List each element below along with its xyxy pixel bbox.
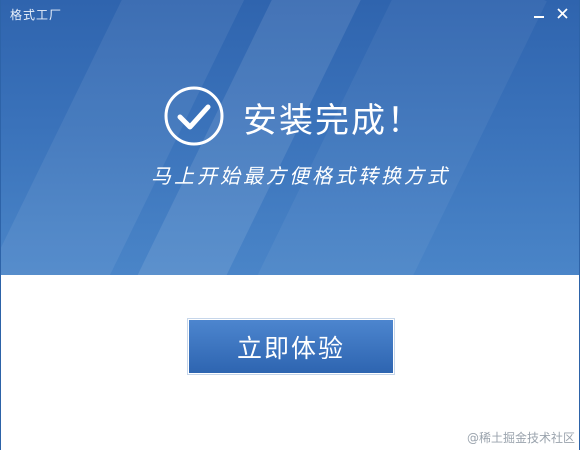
close-button[interactable]: [552, 4, 574, 24]
installer-window: 格式工厂 安装完成！ 马上开始最方便格式转换方式 立即体验 @稀土掘金技术社区: [0, 0, 580, 450]
check-circle-icon: [163, 85, 225, 147]
try-now-button[interactable]: 立即体验: [187, 318, 395, 375]
window-title: 格式工厂: [10, 8, 63, 22]
title-bar[interactable]: 格式工厂: [1, 0, 579, 28]
watermark: @稀土掘金技术社区: [466, 431, 575, 445]
minimize-button[interactable]: [528, 4, 550, 24]
hero-banner: 格式工厂 安装完成！ 马上开始最方便格式转换方式: [1, 0, 579, 275]
tagline: 马上开始最方便格式转换方式: [151, 164, 450, 188]
install-complete-heading: 安装完成！: [243, 101, 423, 141]
minimize-icon: [534, 16, 544, 18]
close-icon: [557, 8, 568, 19]
